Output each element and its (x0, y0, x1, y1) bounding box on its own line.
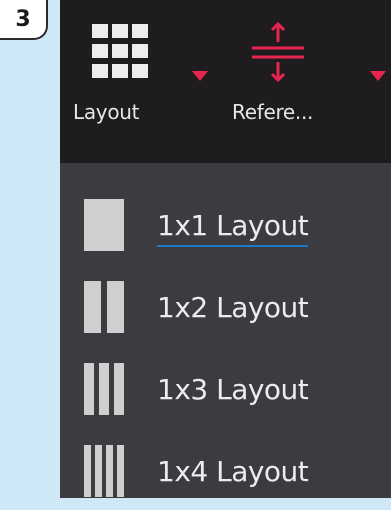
columns-3-icon (84, 363, 124, 415)
menu-item-label: 1x4 Layout (157, 455, 309, 488)
toolbar: Layout Refere... (60, 0, 391, 163)
reference-tool-label: Refere... (232, 100, 314, 124)
layout-tool-button[interactable]: Layout (60, 0, 210, 163)
reference-tool-button[interactable]: Refere... (220, 0, 391, 163)
menu-item-1x1-layout[interactable]: 1x1 Layout (60, 193, 391, 263)
layout-tool-label: Layout (73, 100, 140, 124)
caret-down-icon[interactable] (192, 71, 208, 81)
menu-item-label: 1x3 Layout (157, 373, 309, 406)
menu-item-label: 1x2 Layout (157, 291, 309, 324)
columns-1-icon (84, 199, 124, 251)
background-strip (0, 498, 391, 510)
columns-2-icon (84, 281, 124, 333)
reference-lines-icon (252, 21, 304, 83)
menu-item-1x3-layout[interactable]: 1x3 Layout (60, 357, 391, 427)
step-number-badge: 3 (0, 0, 48, 40)
caret-down-icon[interactable] (370, 71, 386, 81)
grid-3x3-icon (92, 24, 148, 78)
layout-dropdown-menu: 1x1 Layout 1x2 Layout 1x3 Layout 1x4 Lay… (60, 163, 391, 498)
menu-item-label: 1x1 Layout (157, 209, 309, 247)
columns-4-icon (84, 445, 124, 497)
menu-item-1x2-layout[interactable]: 1x2 Layout (60, 275, 391, 345)
